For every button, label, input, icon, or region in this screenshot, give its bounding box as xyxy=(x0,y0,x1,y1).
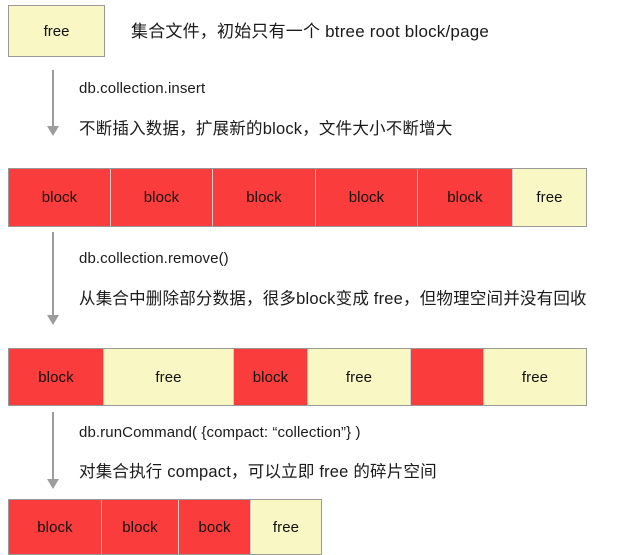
arrow-head xyxy=(47,315,59,325)
fragmented-file-bar-segment-4: free xyxy=(308,349,411,405)
compact-command-label: db.runCommand( {compact: “collection”} ) xyxy=(79,424,361,441)
grown-file-bar: block block block block block free xyxy=(8,168,587,227)
remove-command-label: db.collection.remove() xyxy=(79,250,229,267)
segment-label: block xyxy=(143,189,180,206)
segment-label: block xyxy=(348,189,385,206)
segment-label: block xyxy=(447,189,483,206)
segment-label: block xyxy=(37,518,73,536)
initial-caption: 集合文件，初始只有一个 btree root block/page xyxy=(131,22,490,41)
grown-file-bar-segment-1: block xyxy=(9,169,111,226)
segment-label: block xyxy=(246,189,282,206)
compacted-file-bar-segment-1: block xyxy=(9,500,102,554)
arrow-head xyxy=(47,479,59,489)
fragmented-file-bar-segment-5 xyxy=(411,349,484,405)
fragmented-file-bar: block free block free free xyxy=(8,348,587,406)
fragmented-file-bar-segment-1: block xyxy=(9,349,104,405)
segment-label: block xyxy=(122,518,158,536)
insert-command-label: db.collection.insert xyxy=(79,80,206,97)
arrow-remove xyxy=(46,232,60,326)
arrow-compact xyxy=(46,412,60,490)
initial-file-bar-segment-free: free xyxy=(8,5,105,57)
fragmented-file-bar-segment-6: free xyxy=(484,349,586,405)
fragmented-file-bar-segment-2: free xyxy=(104,349,234,405)
segment-label: free xyxy=(345,368,373,386)
segment-label: free xyxy=(536,189,563,206)
remove-caption: 从集合中删除部分数据，很多block变成 free，但物理空间并没有回收 xyxy=(79,290,587,308)
insert-caption: 不断插入数据，扩展新的block，文件大小不断增大 xyxy=(79,120,453,138)
diagram-canvas: free 集合文件，初始只有一个 btree root block/page d… xyxy=(0,0,640,555)
segment-label: free xyxy=(155,368,182,386)
compacted-file-bar-segment-free: free xyxy=(251,500,321,554)
arrow-shaft xyxy=(52,70,54,127)
segment-label: block xyxy=(38,368,74,386)
arrow-shaft xyxy=(52,412,54,480)
compact-caption: 对集合执行 compact，可以立即 free 的碎片空间 xyxy=(79,463,437,481)
arrow-shaft xyxy=(52,232,54,316)
segment-label: bock xyxy=(198,518,231,536)
compacted-file-bar: block block bock free xyxy=(8,499,322,555)
segment-label: free xyxy=(272,518,300,536)
fragmented-file-bar-segment-3: block xyxy=(234,349,308,405)
grown-file-bar-segment-2: block xyxy=(111,169,213,226)
segment-label: free xyxy=(521,368,549,386)
segment-label: block xyxy=(252,368,289,386)
arrow-head xyxy=(47,126,59,136)
grown-file-bar-segment-3: block xyxy=(213,169,316,226)
arrow-insert xyxy=(46,70,60,136)
segment-label: block xyxy=(41,189,78,206)
grown-file-bar-segment-5: block xyxy=(418,169,513,226)
grown-file-bar-segment-4: block xyxy=(316,169,418,226)
grown-file-bar-segment-free: free xyxy=(513,169,586,226)
segment-label: free xyxy=(43,22,70,40)
compacted-file-bar-segment-3: bock xyxy=(179,500,251,554)
compacted-file-bar-segment-2: block xyxy=(102,500,179,554)
